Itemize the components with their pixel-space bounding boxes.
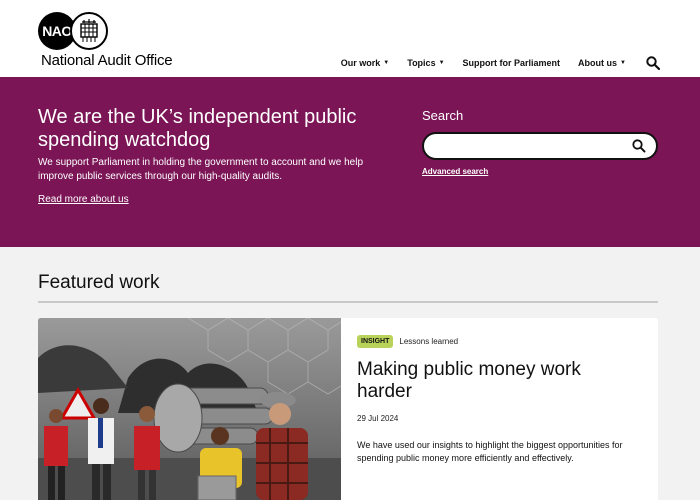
nav-our-work[interactable]: Our work ▼ <box>341 58 389 68</box>
main-nav: Our work ▼ Topics ▼ Support for Parliame… <box>341 56 660 70</box>
nav-about-us[interactable]: About us ▼ <box>578 58 626 68</box>
search-input[interactable] <box>436 138 626 154</box>
hero-title: We are the UK’s independent public spend… <box>38 106 357 151</box>
nav-label: Our work <box>340 58 381 68</box>
card-summary: We have used our insights to highlight t… <box>357 440 623 463</box>
caret-down-icon: ▼ <box>620 60 626 66</box>
hero-description: We support Parliament in holding the gov… <box>38 157 364 182</box>
featured-image <box>38 318 341 500</box>
featured-card[interactable]: INSIGHT Lessons learned Making public mo… <box>38 318 658 500</box>
card-date: 29 Jul 2024 <box>357 414 399 423</box>
site-header: NAO National Audit Office Our work ▼ Top… <box>0 0 700 77</box>
read-more-link[interactable]: Read more about us <box>38 194 129 205</box>
section-divider <box>38 301 658 303</box>
hero-banner: We are the UK’s independent public spend… <box>0 77 700 247</box>
card-body: INSIGHT Lessons learned Making public mo… <box>357 335 647 465</box>
insight-tag: INSIGHT <box>357 335 394 348</box>
caret-down-icon: ▼ <box>438 60 445 66</box>
search-icon[interactable] <box>646 56 660 70</box>
card-meta: INSIGHT Lessons learned <box>357 335 647 348</box>
logo-name: National Audit Office <box>41 52 173 69</box>
nav-topics[interactable]: Topics ▼ <box>407 58 444 68</box>
search-box <box>422 132 658 160</box>
card-title[interactable]: Making public money work harder <box>357 359 627 403</box>
card-category: Lessons learned <box>399 337 459 346</box>
caret-down-icon: ▼ <box>383 60 390 66</box>
nav-label: About us <box>578 58 618 68</box>
nav-label: Support for Parliament <box>462 58 561 68</box>
featured-heading: Featured work <box>38 272 160 293</box>
portcullis-icon <box>70 12 108 50</box>
nav-support-for-parliament[interactable]: Support for Parliament <box>463 58 561 68</box>
advanced-search-link[interactable]: Advanced search <box>422 167 488 176</box>
nav-label: Topics <box>407 58 436 68</box>
nao-logo[interactable]: NAO National Audit Office <box>38 12 188 72</box>
search-label: Search <box>422 108 464 123</box>
search-submit-icon[interactable] <box>632 139 646 153</box>
